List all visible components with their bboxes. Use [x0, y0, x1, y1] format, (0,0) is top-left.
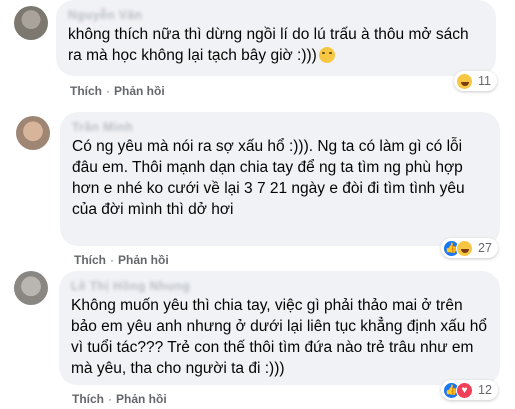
- reaction-summary[interactable]: 11: [454, 71, 497, 91]
- comment-actions: Thích · Phản hồi: [72, 392, 167, 406]
- reaction-count: 11: [478, 74, 491, 88]
- comment-author[interactable]: Lê Thị Hồng Nhung: [71, 279, 488, 293]
- comment-actions: Thích · Phản hồi: [74, 253, 169, 267]
- reaction-count: 12: [478, 383, 492, 397]
- comment-text: Không muốn yêu thì chia tay, việc gì phả…: [71, 297, 487, 377]
- like-link[interactable]: Thích: [74, 253, 106, 267]
- separator-dot: ·: [108, 392, 112, 406]
- comment-author[interactable]: Trần Minh: [72, 120, 488, 134]
- haha-icon: [456, 72, 473, 90]
- comment-bubble: Nguyễn Văn không thích nữa thì dừng ngồi…: [56, 0, 496, 76]
- separator-dot: ·: [110, 253, 114, 267]
- avatar[interactable]: [14, 6, 48, 40]
- reply-link[interactable]: Phản hồi: [114, 84, 165, 98]
- reply-link[interactable]: Phản hồi: [118, 253, 169, 267]
- reply-link[interactable]: Phản hồi: [116, 392, 167, 406]
- reaction-summary[interactable]: 👍 ♥ 12: [441, 380, 498, 400]
- haha-icon: [456, 239, 473, 257]
- avatar[interactable]: [14, 271, 48, 305]
- like-link[interactable]: Thích: [72, 392, 104, 406]
- reaction-summary[interactable]: 👍 27: [441, 238, 498, 258]
- reaction-count: 27: [478, 241, 492, 255]
- comment-text: không thích nữa thì dừng ngồi lí do lú t…: [68, 26, 469, 64]
- like-link[interactable]: Thích: [70, 84, 102, 98]
- comment-text: Có ng yêu mà nói ra sợ xấu hổ :))). Ng t…: [72, 138, 465, 218]
- comment-bubble: Lê Thị Hồng Nhung Không muốn yêu thì chi…: [59, 271, 500, 385]
- comment-author[interactable]: Nguyễn Văn: [68, 8, 484, 22]
- love-icon: ♥: [456, 381, 473, 399]
- relieved-emoji-icon: [318, 47, 335, 63]
- avatar[interactable]: [16, 116, 50, 150]
- comment-bubble: Trần Minh Có ng yêu mà nói ra sợ xấu hổ …: [60, 112, 500, 246]
- comment-actions: Thích · Phản hồi: [70, 84, 165, 98]
- separator-dot: ·: [106, 84, 110, 98]
